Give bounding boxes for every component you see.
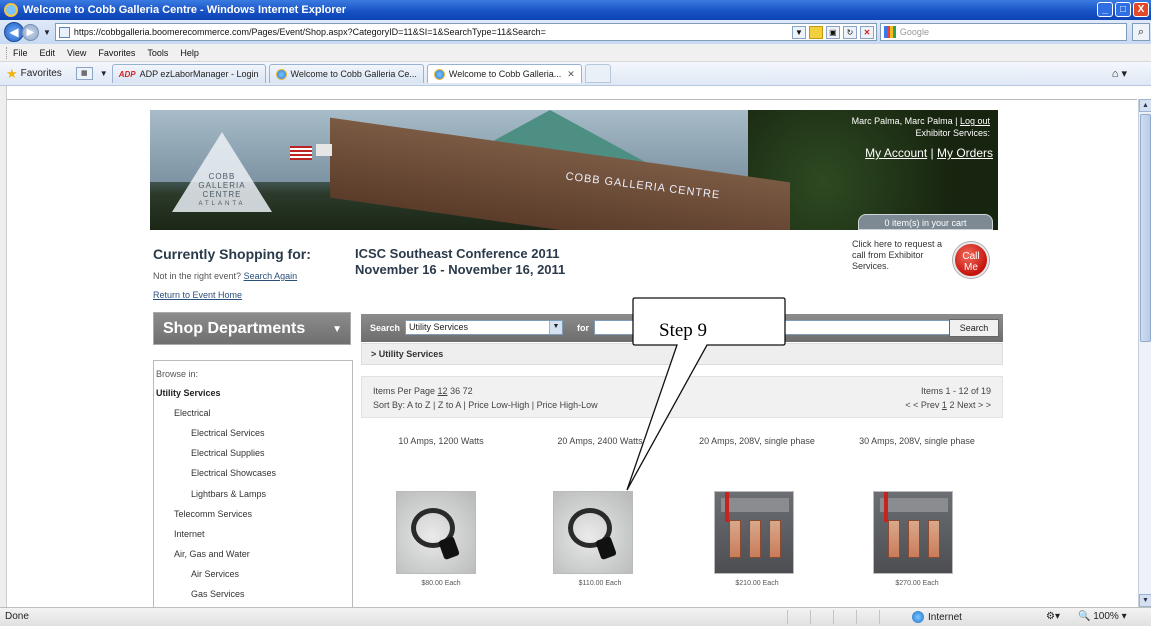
quick-tabs-icon[interactable]: ▦ <box>75 67 93 80</box>
vertical-scrollbar[interactable]: ▲ ▼ <box>1138 99 1151 607</box>
lock-icon[interactable] <box>808 26 823 39</box>
menu-tools[interactable]: Tools <box>147 48 168 58</box>
window-title-bar: Welcome to Cobb Galleria Centre - Window… <box>0 0 1151 20</box>
step-callout <box>626 297 786 491</box>
globe-icon <box>912 611 924 623</box>
protected-mode-icon[interactable]: ⚙▾ <box>1046 611 1060 622</box>
restore-button[interactable]: □ <box>1115 2 1131 17</box>
ie-page-icon <box>433 68 445 80</box>
tab-cobb-galleria-1[interactable]: Welcome to Cobb Galleria Ce... <box>268 64 424 83</box>
menu-favorites[interactable]: Favorites <box>98 48 135 58</box>
menu-view[interactable]: View <box>67 48 86 58</box>
address-toolbar: ◀ ▶ ▼ https://cobbgalleria.boomerecommer… <box>0 20 1151 44</box>
tab-label: ADP ezLaborManager - Login <box>139 69 259 79</box>
menu-file[interactable]: File <box>13 48 28 58</box>
menu-help[interactable]: Help <box>180 48 199 58</box>
status-divider <box>856 610 876 624</box>
window-controls: _ □ X <box>1097 2 1149 17</box>
recent-pages-dropdown-icon[interactable]: ▼ <box>43 28 51 37</box>
callout-text: Step 9 <box>659 320 708 341</box>
menu-edit[interactable]: Edit <box>40 48 56 58</box>
url-text: https://cobbgalleria.boomerecommerce.com… <box>73 27 546 37</box>
stop-icon[interactable]: ✕ <box>859 26 874 39</box>
status-divider <box>810 610 830 624</box>
page-icon <box>58 26 70 38</box>
zone-label: Internet <box>928 611 962 623</box>
google-icon <box>883 26 896 38</box>
refresh-icon[interactable]: ↻ <box>842 26 857 39</box>
adp-icon: ADP <box>118 69 136 79</box>
zoom-icon: 🔍 <box>1078 611 1091 622</box>
ie-page-icon <box>275 68 287 80</box>
zoom-level: 100% <box>1093 611 1119 622</box>
close-window-button[interactable]: X <box>1133 2 1149 17</box>
tab-cobb-galleria-2[interactable]: Welcome to Cobb Galleria... ✕ <box>426 64 582 83</box>
tab-label: Welcome to Cobb Galleria... <box>448 69 562 79</box>
address-input[interactable]: https://cobbgalleria.boomerecommerce.com… <box>54 23 877 41</box>
page-viewport: COBB GALLERIA CENTRE ATLANTA COBB GALLER… <box>7 99 1137 607</box>
favorites-star-icon[interactable]: ★ <box>6 66 18 82</box>
tab-label: Welcome to Cobb Galleria Ce... <box>290 69 417 79</box>
zoom-control[interactable]: 🔍 100% ▾ <box>1078 611 1127 622</box>
status-divider <box>787 610 807 624</box>
search-icon[interactable]: ⌕ <box>1131 23 1150 41</box>
compatibility-icon[interactable]: ▣ <box>825 26 840 39</box>
address-dropdown-icon[interactable]: ▼ <box>791 26 806 39</box>
menu-bar: File Edit View Favorites Tools Help <box>0 44 1151 62</box>
scroll-up-icon[interactable]: ▲ <box>1139 99 1151 112</box>
left-rail <box>0 86 7 607</box>
tab-adp[interactable]: ADP ADP ezLaborManager - Login <box>111 64 266 83</box>
search-placeholder: Google <box>899 27 929 37</box>
scroll-down-icon[interactable]: ▼ <box>1139 594 1151 607</box>
menu-grip <box>6 46 9 59</box>
new-tab-button[interactable] <box>584 64 611 83</box>
back-button[interactable]: ◀ <box>4 22 24 42</box>
minimize-button[interactable]: _ <box>1097 2 1113 17</box>
scroll-thumb[interactable] <box>1140 114 1151 342</box>
favorites-button[interactable]: Favorites <box>21 68 62 79</box>
security-zone[interactable]: Internet <box>912 611 962 623</box>
status-divider <box>833 610 853 624</box>
status-text: Done <box>5 611 29 622</box>
close-tab-icon[interactable]: ✕ <box>567 69 575 80</box>
status-divider <box>879 610 899 624</box>
home-icon[interactable]: ⌂ ▾ <box>1112 67 1127 80</box>
status-bar: Done Internet ⚙▾ 🔍 100% ▾ <box>0 607 1151 626</box>
window-title: Welcome to Cobb Galleria Centre - Window… <box>23 4 347 16</box>
search-input[interactable]: Google <box>879 23 1127 41</box>
forward-button[interactable]: ▶ <box>22 23 39 41</box>
tab-list-dropdown-icon[interactable]: ▼ <box>100 69 108 78</box>
favorites-bar: ★ Favorites ▦ ▼ ADP ADP ezLaborManager -… <box>0 62 1151 86</box>
address-tools: ▼ ▣ ↻ ✕ <box>791 26 874 39</box>
ie-logo-icon <box>4 3 18 17</box>
